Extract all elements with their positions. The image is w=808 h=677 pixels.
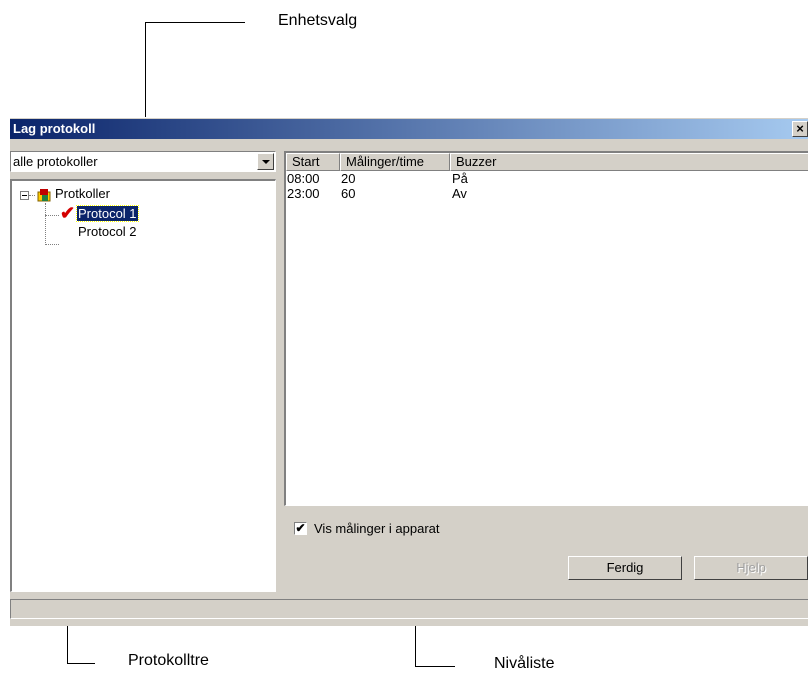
show-measurements-checkbox[interactable]: ✔ <box>294 522 307 535</box>
title-bar[interactable]: Lag protokoll × <box>10 119 808 139</box>
cell-start: 08:00 <box>287 171 320 186</box>
close-button[interactable]: × <box>792 121 808 137</box>
checkmark-icon: ✔ <box>60 203 76 223</box>
tree-connector <box>45 215 59 216</box>
callout-line <box>415 666 455 667</box>
cell-buzzer: På <box>452 171 468 186</box>
callout-unit-select: Enhetsvalg <box>278 12 358 29</box>
tree-connector <box>45 244 59 245</box>
protocol-filter-select[interactable]: alle protokoller <box>10 151 276 172</box>
tree-root-label[interactable]: Protkoller <box>55 186 110 201</box>
create-protocol-dialog: Lag protokoll × alle protokoller Protkol… <box>9 117 808 626</box>
protocol-folder-icon <box>37 189 51 202</box>
window-title: Lag protokoll <box>13 121 96 136</box>
chevron-down-icon[interactable] <box>257 153 274 170</box>
column-header-buzzer[interactable]: Buzzer <box>450 153 808 171</box>
done-button[interactable]: Ferdig <box>568 556 682 580</box>
show-measurements-label[interactable]: Vis målinger i apparat <box>314 521 440 536</box>
cell-start: 23:00 <box>287 186 320 201</box>
callout-level-list: Nivåliste <box>494 655 555 672</box>
callout-line <box>67 663 95 664</box>
callout-line <box>145 22 245 23</box>
cell-measurements: 20 <box>341 171 356 186</box>
close-icon: × <box>796 121 804 136</box>
protocol-tree[interactable]: Protkoller ✔ Protocol 1 Protocol 2 <box>10 179 276 592</box>
cell-measurements: 60 <box>341 186 356 201</box>
status-bar <box>10 599 808 619</box>
cell-buzzer: Av <box>452 186 467 201</box>
tree-item-protocol-1[interactable]: Protocol 1 <box>76 205 139 222</box>
callout-protocol-tree: Protokolltre <box>128 652 209 669</box>
tree-item-protocol-2[interactable]: Protocol 2 <box>78 224 137 239</box>
column-header-measurements[interactable]: Målinger/time <box>340 153 450 171</box>
tree-connector <box>45 203 46 245</box>
protocol-filter-value: alle protokoller <box>13 154 98 169</box>
level-list[interactable]: Start Målinger/time Buzzer 08:00 20 På 2… <box>284 151 808 506</box>
column-header-start[interactable]: Start <box>286 153 340 171</box>
collapse-toggle-icon[interactable] <box>20 191 29 200</box>
tree-connector <box>29 195 35 196</box>
help-button[interactable]: Hjelp <box>694 556 808 580</box>
